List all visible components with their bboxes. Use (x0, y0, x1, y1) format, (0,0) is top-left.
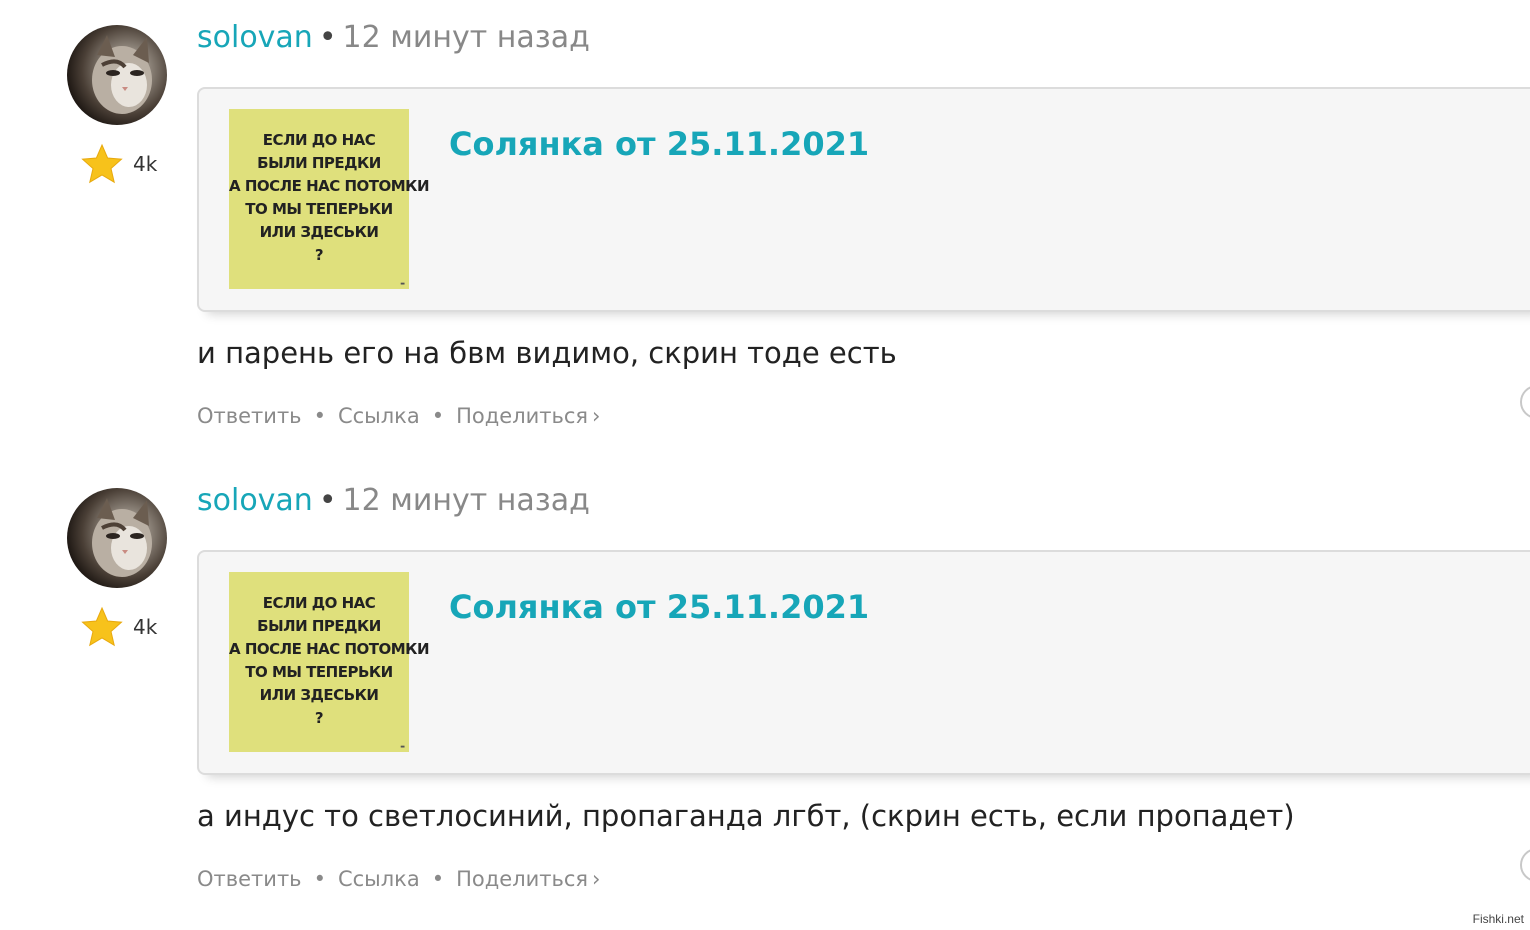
comment-meta: solovan • 12 минут назад (197, 20, 590, 60)
comments-feed: 4k solovan • 12 минут назад ЕСЛИ ДО НАС БЫ… (0, 0, 1530, 930)
embedded-post-title[interactable]: Солянка от 25.11.2021 (449, 125, 869, 163)
share-button[interactable]: Поделиться (456, 404, 588, 428)
comment-actions: Ответить • Ссылка • Поделиться › (197, 867, 600, 891)
action-separator: • (431, 404, 445, 428)
avatar[interactable] (67, 488, 167, 588)
link-button[interactable]: Ссылка (338, 404, 420, 428)
cat-avatar-image (92, 498, 152, 577)
comment-actions: Ответить • Ссылка • Поделиться › (197, 404, 600, 428)
embedded-post-card[interactable]: ЕСЛИ ДО НАС БЫЛИ ПРЕДКИ А ПОСЛЕ НАС ПОТО… (197, 87, 1530, 312)
avatar[interactable] (67, 25, 167, 125)
chevron-right-icon[interactable]: › (592, 404, 600, 428)
star-icon (81, 143, 123, 184)
embedded-post-thumbnail[interactable]: ЕСЛИ ДО НАС БЫЛИ ПРЕДКИ А ПОСЛЕ НАС ПОТО… (229, 572, 430, 752)
comment-vote-control[interactable] (1520, 848, 1530, 882)
action-separator: • (431, 867, 445, 891)
comment: 4k solovan • 12 минут назад ЕСЛИ ДО НАС БЫ… (0, 463, 1530, 926)
meta-separator: • (318, 483, 337, 518)
author-link[interactable]: solovan (197, 483, 313, 518)
site-watermark: Fishki.net (1472, 912, 1524, 926)
comment-text: а индус то светлосиний, пропаганда лгбт,… (197, 799, 1295, 833)
reply-button[interactable]: Ответить (197, 867, 302, 891)
comment-text: и парень его на бвм видимо, скрин тоде е… (197, 336, 897, 370)
rating-value: 4k (133, 152, 158, 176)
comment-meta: solovan • 12 минут назад (197, 483, 590, 523)
action-separator: • (313, 867, 326, 891)
user-rating: 4k (80, 605, 190, 649)
cat-avatar-image (92, 35, 152, 114)
action-separator: • (313, 404, 326, 428)
user-rating: 4k (80, 142, 190, 186)
comment-time[interactable]: 12 минут назад (343, 483, 590, 518)
thumbnail-mark: ▬ (400, 744, 405, 750)
comment: 4k solovan • 12 минут назад ЕСЛИ ДО НАС БЫ… (0, 0, 1530, 463)
comment-vote-control[interactable] (1520, 385, 1530, 419)
embedded-post-card[interactable]: ЕСЛИ ДО НАС БЫЛИ ПРЕДКИ А ПОСЛЕ НАС ПОТО… (197, 550, 1530, 775)
comment-time[interactable]: 12 минут назад (343, 20, 590, 55)
link-button[interactable]: Ссылка (338, 867, 420, 891)
share-button[interactable]: Поделиться (456, 867, 588, 891)
embedded-post-title[interactable]: Солянка от 25.11.2021 (449, 588, 869, 626)
meta-separator: • (318, 20, 337, 55)
thumbnail-mark: ▬ (400, 281, 405, 287)
thumbnail-text: ЕСЛИ ДО НАС БЫЛИ ПРЕДКИ А ПОСЛЕ НАС ПОТО… (229, 131, 430, 264)
embedded-post-thumbnail[interactable]: ЕСЛИ ДО НАС БЫЛИ ПРЕДКИ А ПОСЛЕ НАС ПОТО… (229, 109, 430, 289)
author-link[interactable]: solovan (197, 20, 313, 55)
thumbnail-text: ЕСЛИ ДО НАС БЫЛИ ПРЕДКИ А ПОСЛЕ НАС ПОТО… (229, 594, 430, 727)
chevron-right-icon[interactable]: › (592, 867, 600, 891)
star-icon (81, 606, 123, 647)
reply-button[interactable]: Ответить (197, 404, 302, 428)
rating-value: 4k (133, 615, 158, 639)
